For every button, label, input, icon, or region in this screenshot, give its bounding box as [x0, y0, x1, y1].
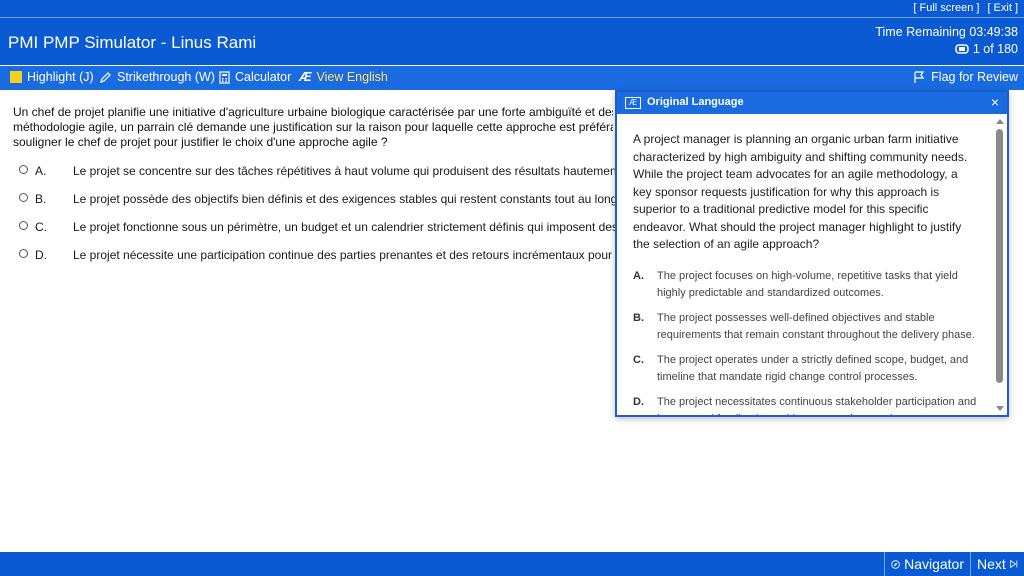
view-english-button[interactable]: Æ View English: [299, 70, 388, 84]
option-text: Le projet fonctionne sous un périmètre, …: [73, 220, 617, 234]
flag-icon: [914, 70, 925, 83]
original-question-text: A project manager is planning an organic…: [633, 132, 968, 251]
option-letter: D.: [633, 396, 644, 408]
option-text: Le projet possède des objectifs bien déf…: [73, 192, 617, 206]
option-text: The project possesses well-defined objec…: [657, 312, 975, 341]
option-text: Le projet nécessite une participation co…: [73, 248, 617, 262]
flag-label: Flag for Review: [931, 70, 1018, 84]
option-c[interactable]: C. Le projet fonctionne sous un périmètr…: [17, 220, 617, 248]
toolbar: Highlight (J) Strikethrough (W) Calculat…: [0, 66, 1024, 90]
original-option: B. The project possesses well-defined ob…: [633, 310, 979, 343]
next-arrow-icon: [1010, 559, 1018, 569]
option-letter: B.: [633, 312, 644, 324]
scroll-thumb[interactable]: [996, 129, 1003, 383]
radio-button[interactable]: [19, 221, 28, 230]
radio-button[interactable]: [19, 249, 28, 258]
close-icon[interactable]: ×: [991, 94, 999, 110]
panel-scrollbar[interactable]: [995, 117, 1005, 413]
pencil-icon: [100, 71, 111, 83]
option-letter: D.: [35, 248, 47, 262]
exit-link[interactable]: [ Exit ]: [987, 2, 1018, 14]
highlight-label: Highlight (J): [27, 70, 94, 84]
view-english-label: View English: [316, 70, 388, 84]
panel-body: A project manager is planning an organic…: [617, 114, 997, 415]
compass-icon: [891, 559, 900, 569]
flag-for-review-button[interactable]: Flag for Review: [913, 70, 1018, 84]
option-text: Le projet se concentre sur des tâches ré…: [73, 164, 617, 178]
progress-text: 1 of 180: [972, 42, 1018, 56]
original-option: D. The project necessitates continuous s…: [633, 394, 979, 415]
option-text: The project necessitates continuous stak…: [657, 396, 977, 415]
strikethrough-button[interactable]: Strikethrough (W): [99, 70, 215, 84]
option-text: The project operates under a strictly de…: [657, 354, 969, 383]
navigator-label: Navigator: [904, 556, 964, 572]
panel-header[interactable]: Æ Original Language ×: [617, 92, 1007, 114]
question-line: méthodologie agile, un parrain clé deman…: [13, 120, 613, 134]
window-bar: [ Full screen ] [ Exit ]: [0, 0, 1024, 18]
time-remaining: Time Remaining 03:49:38: [875, 25, 1018, 39]
calculator-label: Calculator: [235, 70, 292, 84]
radio-button[interactable]: [19, 193, 28, 202]
option-letter: C.: [35, 220, 47, 234]
question-text: Un chef de projet planifie une initiativ…: [13, 105, 613, 150]
scroll-up-arrow-icon[interactable]: [996, 119, 1004, 124]
progress-icon: [955, 44, 969, 54]
next-button[interactable]: Next: [970, 552, 1024, 576]
full-screen-link[interactable]: [ Full screen ]: [913, 2, 979, 14]
option-letter: B.: [35, 192, 47, 206]
original-options: A. The project focuses on high-volume, r…: [633, 268, 979, 415]
question-line: Un chef de projet planifie une initiativ…: [13, 105, 613, 119]
option-a[interactable]: A. Le projet se concentre sur des tâches…: [17, 164, 617, 192]
footer-bar: Navigator Next: [0, 552, 1024, 576]
highlight-swatch-icon: [10, 71, 22, 83]
next-label: Next: [977, 556, 1006, 572]
answer-options: A. Le projet se concentre sur des tâches…: [17, 164, 617, 276]
exam-title: PMI PMP Simulator - Linus Rami: [8, 33, 257, 52]
option-letter: C.: [633, 354, 644, 366]
original-language-panel: Æ Original Language × A project manager …: [615, 90, 1009, 417]
language-icon: Æ: [625, 97, 641, 109]
question-progress: 1 of 180: [955, 42, 1018, 56]
option-letter: A.: [633, 270, 644, 282]
language-icon: Æ: [299, 70, 312, 84]
exam-header: PMI PMP Simulator - Linus Rami Time Rema…: [0, 18, 1024, 65]
option-d[interactable]: D. Le projet nécessite une participation…: [17, 248, 617, 276]
option-text: The project focuses on high-volume, repe…: [657, 270, 958, 299]
highlight-button[interactable]: Highlight (J): [10, 70, 94, 84]
panel-title: Original Language: [647, 96, 744, 108]
option-b[interactable]: B. Le projet possède des objectifs bien …: [17, 192, 617, 220]
calculator-button[interactable]: Calculator: [219, 70, 291, 84]
option-letter: A.: [35, 164, 47, 178]
question-line: souligner le chef de projet pour justifi…: [13, 135, 388, 149]
original-option: A. The project focuses on high-volume, r…: [633, 268, 979, 301]
calculator-icon: [219, 70, 230, 84]
original-option: C. The project operates under a strictly…: [633, 352, 979, 385]
radio-button[interactable]: [19, 165, 28, 174]
strikethrough-label: Strikethrough (W): [117, 70, 215, 84]
navigator-button[interactable]: Navigator: [884, 552, 970, 576]
scroll-down-arrow-icon[interactable]: [996, 406, 1004, 411]
